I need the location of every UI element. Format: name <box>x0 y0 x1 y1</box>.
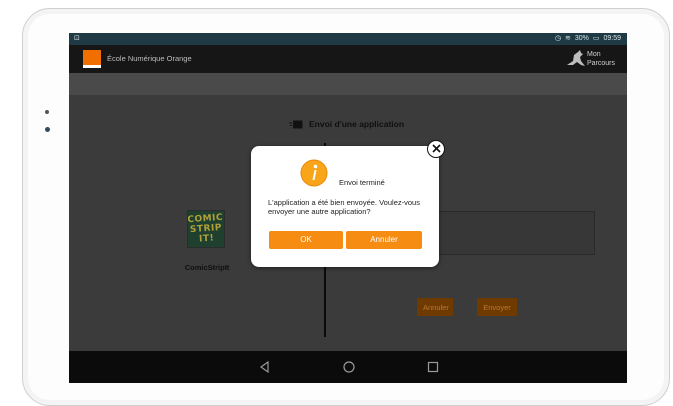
back-icon[interactable] <box>257 359 273 375</box>
clock: 09:59 <box>603 35 621 42</box>
app-tile-logo-text: COMIC STRIP IT! <box>187 212 224 245</box>
dialog-title: Envoi terminé <box>339 178 385 187</box>
alarm-icon: ◷ <box>554 35 561 42</box>
app-title: École Numérique Orange <box>107 54 192 63</box>
status-bar: ⊡ ◷ ≋ 30% ▭ 09:59 <box>69 33 627 45</box>
close-icon <box>431 144 441 153</box>
battery-percent: 30% <box>574 35 589 42</box>
send-button[interactable]: Envoyer <box>477 298 517 316</box>
sensor-dot <box>45 110 49 114</box>
battery-icon: ▭ <box>592 35 600 42</box>
app-name: ComicStripIt <box>184 263 230 272</box>
comicstripit-app-icon[interactable]: COMIC STRIP IT! <box>187 210 225 248</box>
android-nav-bar <box>69 351 627 383</box>
wifi-icon: ≋ <box>564 35 571 42</box>
orange-logo <box>83 50 101 68</box>
status-icons: ◷ ≋ 30% ▭ 09:59 <box>555 33 621 45</box>
tablet-screen: ⊡ ◷ ≋ 30% ▭ 09:59 École Numérique Orange… <box>69 33 627 383</box>
send-icon <box>289 120 303 128</box>
mon-parcours-link[interactable]: Mon Parcours <box>587 50 619 68</box>
page-heading: Envoi d'une application <box>289 119 404 129</box>
dialog-cancel-button[interactable]: Annuler <box>346 231 422 249</box>
recents-icon[interactable] <box>425 359 441 375</box>
sub-header-bar <box>69 73 627 95</box>
app-header: École Numérique Orange Mon Parcours <box>69 45 627 73</box>
camera-lens <box>45 127 50 132</box>
notification-indicator: ⊡ <box>74 35 80 42</box>
kangaroo-icon[interactable] <box>565 49 587 69</box>
ok-button[interactable]: OK <box>269 231 343 249</box>
send-complete-dialog: Envoi terminé L'application a été bien e… <box>251 140 445 267</box>
dialog-message: L'application a été bien envoyée. Voulez… <box>268 198 420 216</box>
page-heading-text: Envoi d'une application <box>309 119 405 129</box>
dialog-close-button[interactable] <box>427 140 445 158</box>
home-icon[interactable] <box>341 359 357 375</box>
cancel-button[interactable]: Annuler <box>417 298 453 316</box>
info-icon <box>300 159 328 187</box>
